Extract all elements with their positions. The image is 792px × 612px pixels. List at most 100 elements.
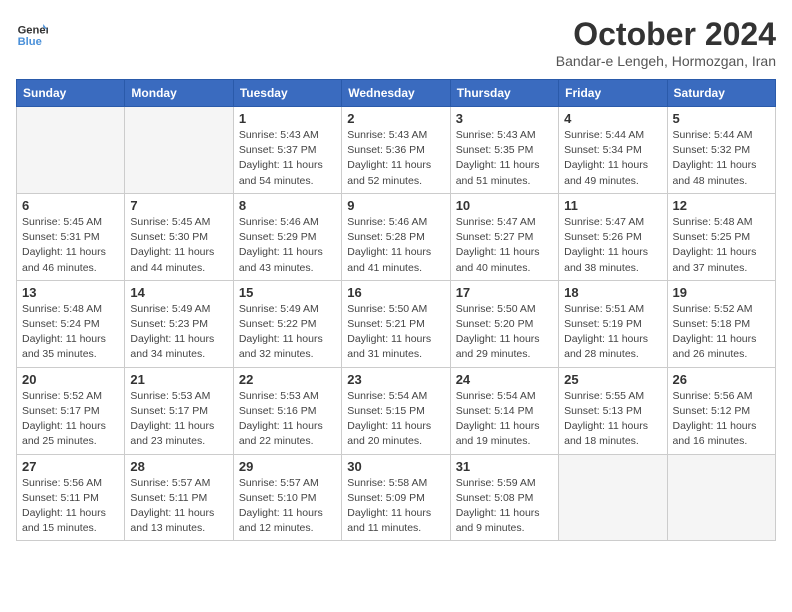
- day-info: Sunrise: 5:47 AM Sunset: 5:26 PM Dayligh…: [564, 215, 661, 276]
- day-number: 13: [22, 285, 119, 300]
- calendar-cell: 5Sunrise: 5:44 AM Sunset: 5:32 PM Daylig…: [667, 107, 775, 194]
- day-number: 22: [239, 372, 336, 387]
- calendar-cell: [667, 454, 775, 541]
- calendar-cell: 18 Sunrise: 5:51 AM Sunset: 5:19 PM Dayli…: [559, 280, 667, 367]
- day-number: 31: [456, 459, 553, 474]
- calendar-cell: 24 Sunrise: 5:54 AM Sunset: 5:14 PM Dayli…: [450, 367, 558, 454]
- day-number: 1: [239, 111, 336, 126]
- day-number: 20: [22, 372, 119, 387]
- day-info: Sunrise: 5:49 AM Sunset: 5:23 PM Dayligh…: [130, 302, 227, 363]
- calendar-cell: 6 Sunrise: 5:45 AM Sunset: 5:31 PM Daylig…: [17, 193, 125, 280]
- day-number: 24: [456, 372, 553, 387]
- weekday-header-row: SundayMondayTuesdayWednesdayThursdayFrid…: [17, 80, 776, 107]
- day-info: Sunrise: 5:43 AM Sunset: 5:35 PM Dayligh…: [456, 128, 553, 189]
- calendar-table: SundayMondayTuesdayWednesdayThursdayFrid…: [16, 79, 776, 541]
- day-info: Sunrise: 5:46 AM Sunset: 5:29 PM Dayligh…: [239, 215, 336, 276]
- weekday-header: Friday: [559, 80, 667, 107]
- calendar-cell: 7 Sunrise: 5:45 AM Sunset: 5:30 PM Daylig…: [125, 193, 233, 280]
- calendar-cell: 10 Sunrise: 5:47 AM Sunset: 5:27 PM Dayli…: [450, 193, 558, 280]
- day-info: Sunrise: 5:53 AM Sunset: 5:17 PM Dayligh…: [130, 389, 227, 450]
- day-info: Sunrise: 5:57 AM Sunset: 5:11 PM Dayligh…: [130, 476, 227, 537]
- calendar-week-row: 20 Sunrise: 5:52 AM Sunset: 5:17 PM Dayli…: [17, 367, 776, 454]
- day-info: Sunrise: 5:54 AM Sunset: 5:14 PM Dayligh…: [456, 389, 553, 450]
- day-info: Sunrise: 5:57 AM Sunset: 5:10 PM Dayligh…: [239, 476, 336, 537]
- calendar-cell: 3 Sunrise: 5:43 AM Sunset: 5:35 PM Daylig…: [450, 107, 558, 194]
- day-number: 16: [347, 285, 444, 300]
- weekday-header: Wednesday: [342, 80, 450, 107]
- day-number: 27: [22, 459, 119, 474]
- day-info: Sunrise: 5:55 AM Sunset: 5:13 PM Dayligh…: [564, 389, 661, 450]
- day-info: Sunrise: 5:47 AM Sunset: 5:27 PM Dayligh…: [456, 215, 553, 276]
- day-info: Sunrise: 5:43 AM Sunset: 5:36 PM Dayligh…: [347, 128, 444, 189]
- day-number: 17: [456, 285, 553, 300]
- day-info: Sunrise: 5:45 AM Sunset: 5:31 PM Dayligh…: [22, 215, 119, 276]
- calendar-cell: 2 Sunrise: 5:43 AM Sunset: 5:36 PM Daylig…: [342, 107, 450, 194]
- day-info: Sunrise: 5:44 AM Sunset: 5:32 PM Dayligh…: [673, 128, 770, 189]
- day-info: Sunrise: 5:50 AM Sunset: 5:20 PM Dayligh…: [456, 302, 553, 363]
- day-info: Sunrise: 5:51 AM Sunset: 5:19 PM Dayligh…: [564, 302, 661, 363]
- day-number: 29: [239, 459, 336, 474]
- calendar-cell: 23 Sunrise: 5:54 AM Sunset: 5:15 PM Dayli…: [342, 367, 450, 454]
- day-info: Sunrise: 5:49 AM Sunset: 5:22 PM Dayligh…: [239, 302, 336, 363]
- day-info: Sunrise: 5:46 AM Sunset: 5:28 PM Dayligh…: [347, 215, 444, 276]
- svg-text:Blue: Blue: [18, 36, 42, 48]
- calendar-cell: 25 Sunrise: 5:55 AM Sunset: 5:13 PM Dayli…: [559, 367, 667, 454]
- day-number: 18: [564, 285, 661, 300]
- title-block: October 2024 Bandar-e Lengeh, Hormozgan,…: [556, 16, 776, 69]
- page-header: General Blue October 2024 Bandar-e Lenge…: [16, 16, 776, 69]
- day-info: Sunrise: 5:52 AM Sunset: 5:17 PM Dayligh…: [22, 389, 119, 450]
- day-info: Sunrise: 5:50 AM Sunset: 5:21 PM Dayligh…: [347, 302, 444, 363]
- day-info: Sunrise: 5:43 AM Sunset: 5:37 PM Dayligh…: [239, 128, 336, 189]
- calendar-cell: 19Sunrise: 5:52 AM Sunset: 5:18 PM Dayli…: [667, 280, 775, 367]
- day-number: 12: [673, 198, 770, 213]
- day-info: Sunrise: 5:48 AM Sunset: 5:25 PM Dayligh…: [673, 215, 770, 276]
- calendar-cell: [17, 107, 125, 194]
- calendar-week-row: 13 Sunrise: 5:48 AM Sunset: 5:24 PM Dayli…: [17, 280, 776, 367]
- weekday-header: Tuesday: [233, 80, 341, 107]
- calendar-cell: 31 Sunrise: 5:59 AM Sunset: 5:08 PM Dayli…: [450, 454, 558, 541]
- day-number: 7: [130, 198, 227, 213]
- calendar-cell: 13 Sunrise: 5:48 AM Sunset: 5:24 PM Dayli…: [17, 280, 125, 367]
- day-info: Sunrise: 5:54 AM Sunset: 5:15 PM Dayligh…: [347, 389, 444, 450]
- day-number: 23: [347, 372, 444, 387]
- day-number: 14: [130, 285, 227, 300]
- calendar-cell: 16 Sunrise: 5:50 AM Sunset: 5:21 PM Dayli…: [342, 280, 450, 367]
- calendar-cell: 26 Sunrise: 5:56 AM Sunset: 5:12 PM Dayli…: [667, 367, 775, 454]
- day-number: 25: [564, 372, 661, 387]
- calendar-cell: 4 Sunrise: 5:44 AM Sunset: 5:34 PM Daylig…: [559, 107, 667, 194]
- day-info: Sunrise: 5:58 AM Sunset: 5:09 PM Dayligh…: [347, 476, 444, 537]
- day-number: 3: [456, 111, 553, 126]
- day-info: Sunrise: 5:45 AM Sunset: 5:30 PM Dayligh…: [130, 215, 227, 276]
- calendar-cell: 15 Sunrise: 5:49 AM Sunset: 5:22 PM Dayli…: [233, 280, 341, 367]
- weekday-header: Sunday: [17, 80, 125, 107]
- day-number: 30: [347, 459, 444, 474]
- day-number: 21: [130, 372, 227, 387]
- weekday-header: Saturday: [667, 80, 775, 107]
- calendar-cell: 30 Sunrise: 5:58 AM Sunset: 5:09 PM Dayli…: [342, 454, 450, 541]
- day-info: Sunrise: 5:59 AM Sunset: 5:08 PM Dayligh…: [456, 476, 553, 537]
- calendar-cell: 11Sunrise: 5:47 AM Sunset: 5:26 PM Dayli…: [559, 193, 667, 280]
- day-number: 2: [347, 111, 444, 126]
- calendar-cell: [559, 454, 667, 541]
- calendar-cell: 27Sunrise: 5:56 AM Sunset: 5:11 PM Dayli…: [17, 454, 125, 541]
- month-title: October 2024: [556, 16, 776, 53]
- calendar-cell: 9Sunrise: 5:46 AM Sunset: 5:28 PM Daylig…: [342, 193, 450, 280]
- day-info: Sunrise: 5:44 AM Sunset: 5:34 PM Dayligh…: [564, 128, 661, 189]
- day-info: Sunrise: 5:56 AM Sunset: 5:12 PM Dayligh…: [673, 389, 770, 450]
- calendar-cell: 20 Sunrise: 5:52 AM Sunset: 5:17 PM Dayli…: [17, 367, 125, 454]
- calendar-cell: 8Sunrise: 5:46 AM Sunset: 5:29 PM Daylig…: [233, 193, 341, 280]
- weekday-header: Thursday: [450, 80, 558, 107]
- calendar-cell: 14 Sunrise: 5:49 AM Sunset: 5:23 PM Dayli…: [125, 280, 233, 367]
- day-number: 26: [673, 372, 770, 387]
- day-number: 6: [22, 198, 119, 213]
- calendar-week-row: 6 Sunrise: 5:45 AM Sunset: 5:31 PM Daylig…: [17, 193, 776, 280]
- day-number: 10: [456, 198, 553, 213]
- day-info: Sunrise: 5:53 AM Sunset: 5:16 PM Dayligh…: [239, 389, 336, 450]
- day-info: Sunrise: 5:48 AM Sunset: 5:24 PM Dayligh…: [22, 302, 119, 363]
- day-number: 4: [564, 111, 661, 126]
- calendar-cell: 12 Sunrise: 5:48 AM Sunset: 5:25 PM Dayli…: [667, 193, 775, 280]
- logo: General Blue: [16, 16, 48, 48]
- day-number: 15: [239, 285, 336, 300]
- day-number: 28: [130, 459, 227, 474]
- calendar-cell: 21 Sunrise: 5:53 AM Sunset: 5:17 PM Dayli…: [125, 367, 233, 454]
